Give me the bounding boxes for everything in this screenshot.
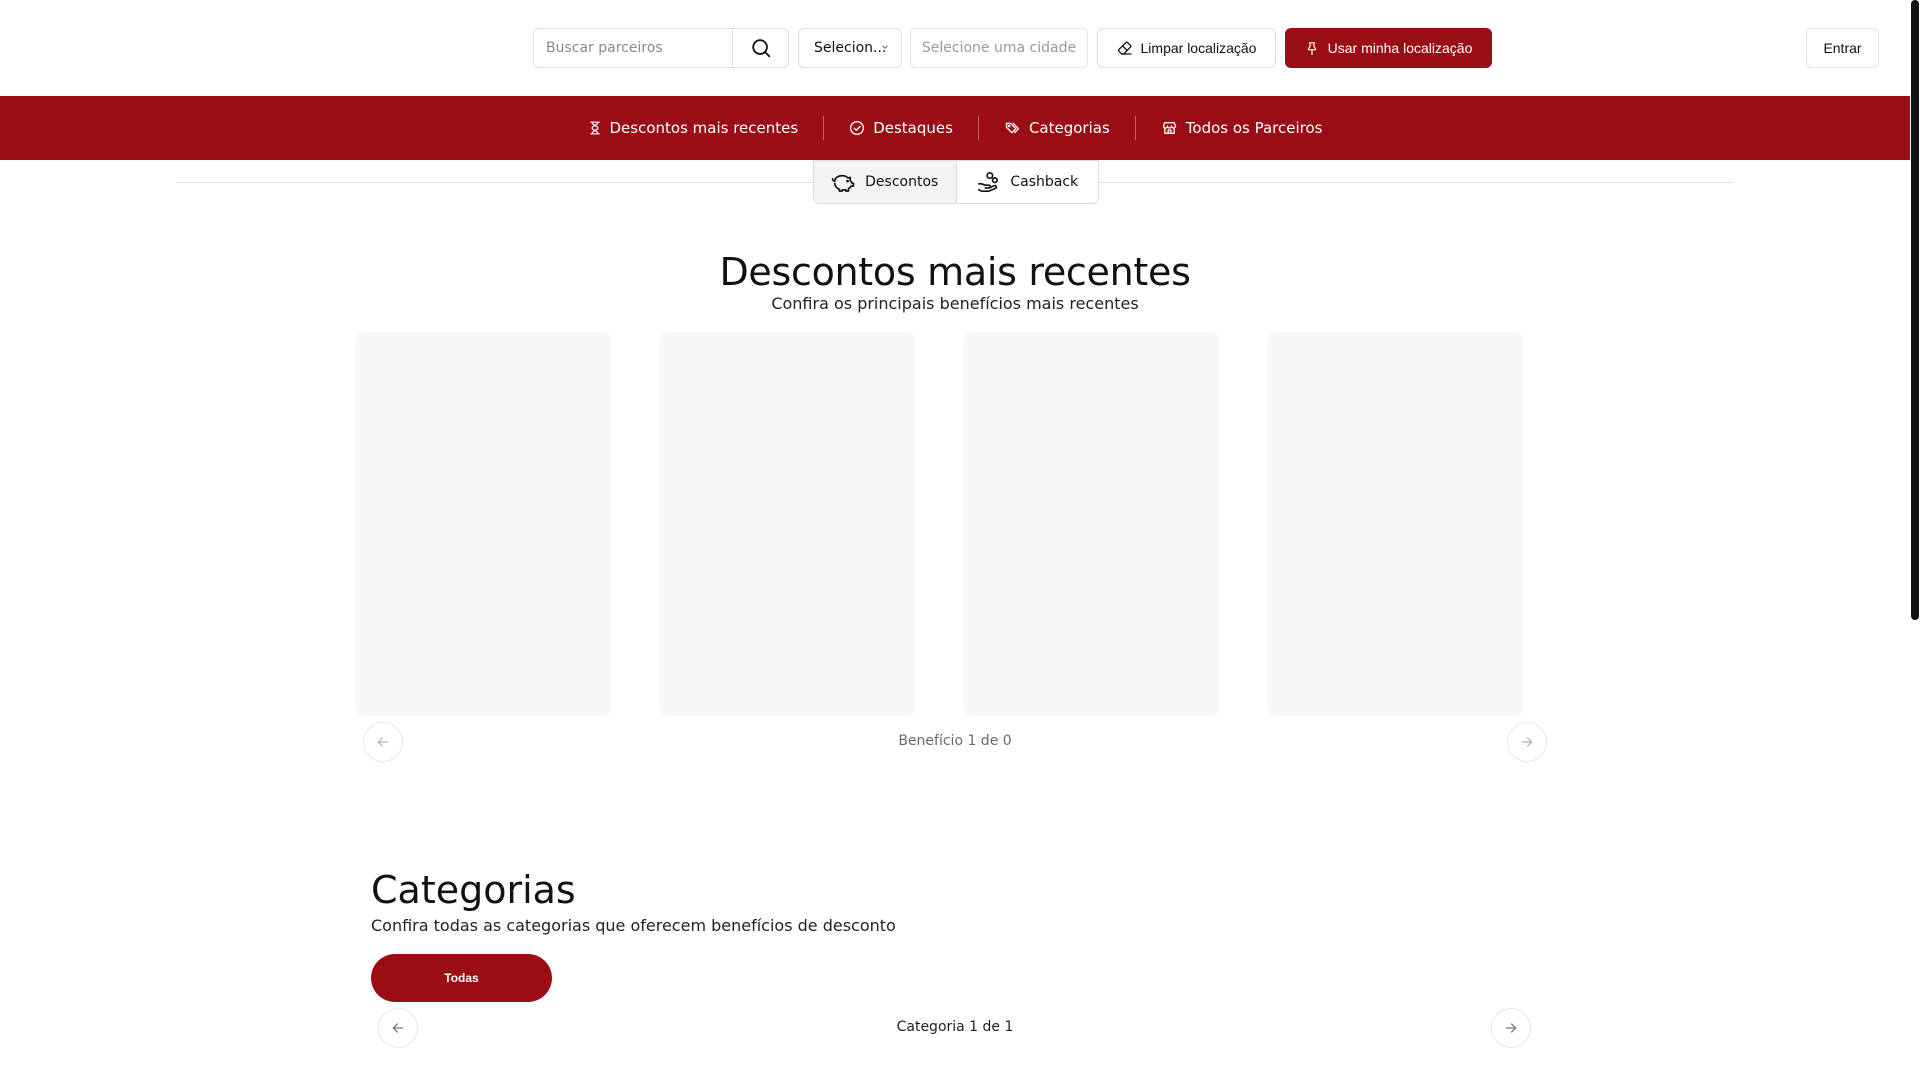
tab-discounts[interactable]: Descontos xyxy=(814,161,957,203)
discount-card-placeholder[interactable] xyxy=(1267,332,1523,716)
benefit-type-tabs: Descontos Cashback xyxy=(813,160,1099,204)
pin-icon xyxy=(1307,42,1316,56)
tags-icon xyxy=(1005,122,1020,134)
login-label: Entrar xyxy=(1823,40,1862,56)
use-my-location-button[interactable]: Usar minha localização xyxy=(1285,28,1492,68)
nav-item-label: Descontos mais recentes xyxy=(609,119,799,137)
recent-next-button[interactable] xyxy=(1507,722,1547,762)
discount-card-placeholder[interactable] xyxy=(963,332,1219,716)
page-scrollbar-thumb[interactable] xyxy=(1911,0,1919,620)
state-select[interactable]: Selecion... xyxy=(798,28,902,68)
discount-card-placeholder[interactable] xyxy=(355,332,611,716)
recent-discounts-subtitle: Confira os principais benefícios mais re… xyxy=(771,294,1139,313)
arrow-right-icon xyxy=(1521,737,1533,747)
hand-coins-icon xyxy=(978,172,999,192)
piggy-bank-icon xyxy=(831,174,855,192)
nav-item-label: Categorias xyxy=(1028,119,1110,137)
nav-item-highlights[interactable]: Destaques xyxy=(824,116,978,140)
search-group xyxy=(533,28,789,68)
tab-cashback[interactable]: Cashback xyxy=(957,161,1099,203)
tab-label: Cashback xyxy=(1010,174,1079,190)
city-select[interactable]: Selecione uma cidade xyxy=(910,28,1088,68)
nav-item-label: Todos os Parceiros xyxy=(1185,119,1323,137)
clear-location-button[interactable]: Limpar localização xyxy=(1097,28,1276,68)
category-chip-all[interactable]: Todas xyxy=(371,954,552,1002)
chevron-down-icon xyxy=(882,45,888,50)
tab-label: Descontos xyxy=(865,174,939,190)
store-icon xyxy=(1162,122,1176,134)
nav-item-all-partners[interactable]: Todos os Parceiros xyxy=(1136,116,1348,140)
main-nav: Descontos mais recentes Destaques Catego… xyxy=(0,96,1910,160)
city-select-value: Selecione uma cidade xyxy=(921,40,1077,56)
nav-item-categories[interactable]: Categorias xyxy=(979,116,1135,140)
check-circle-icon xyxy=(850,121,865,135)
search-button[interactable] xyxy=(732,29,788,67)
hourglass-icon xyxy=(589,121,600,135)
recent-pager: Benefício 1 de 0 xyxy=(898,733,1012,749)
top-bar: Selecion... Selecione uma cidade Limpar … xyxy=(0,0,1910,96)
login-button[interactable]: Entrar xyxy=(1806,28,1879,68)
use-my-location-label: Usar minha localização xyxy=(1327,40,1473,56)
clear-location-label: Limpar localização xyxy=(1140,40,1257,56)
nav-item-recent-discounts[interactable]: Descontos mais recentes xyxy=(563,116,824,140)
state-select-value: Selecion... xyxy=(814,40,887,56)
search-input[interactable] xyxy=(534,29,732,67)
eraser-icon xyxy=(1117,41,1132,55)
discount-card-placeholder[interactable] xyxy=(659,332,915,716)
categories-next-button[interactable] xyxy=(1491,1008,1531,1048)
recent-discounts-title: Descontos mais recentes xyxy=(719,250,1191,294)
arrow-right-icon xyxy=(1505,1023,1517,1033)
search-icon xyxy=(751,39,770,58)
categories-subtitle: Confira todas as categorias que oferecem… xyxy=(371,916,896,935)
categories-pager: Categoria 1 de 1 xyxy=(896,1019,1014,1035)
categories-title: Categorias xyxy=(371,868,576,912)
nav-item-label: Destaques xyxy=(873,119,953,137)
